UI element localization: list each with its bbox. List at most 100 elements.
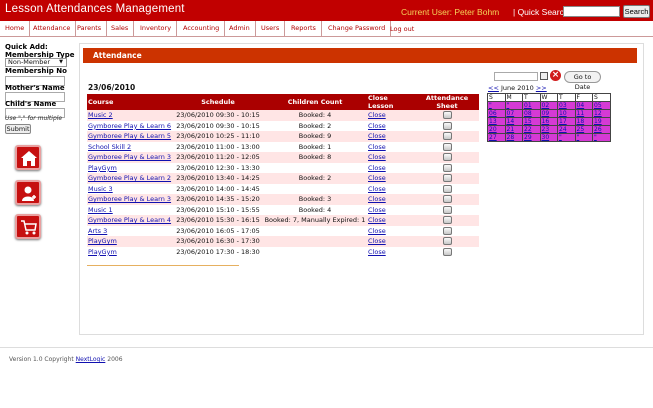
nav-logout[interactable]: Log out <box>385 22 419 38</box>
calendar-day[interactable]: 25 <box>574 125 593 134</box>
printer-icon[interactable] <box>442 195 452 204</box>
printer-icon[interactable] <box>442 111 452 120</box>
nav-sales[interactable]: Sales <box>106 21 135 37</box>
next-month-link[interactable]: >> <box>536 84 547 92</box>
close-lesson-link[interactable]: Close <box>367 141 415 152</box>
calendar-day[interactable]: " <box>487 101 506 110</box>
calendar-day[interactable]: 02 <box>539 101 558 110</box>
calendar-day[interactable]: 07 <box>504 109 523 118</box>
calendar-day[interactable]: 17 <box>557 117 576 126</box>
go-to-date-button[interactable]: Go to Date <box>564 71 601 91</box>
course-link[interactable]: Gymboree Play & Learn 2 <box>87 173 173 184</box>
course-link[interactable]: Music 2 <box>87 110 173 121</box>
calendar-day[interactable]: 16 <box>539 117 558 126</box>
close-lesson-link[interactable]: Close <box>367 215 415 226</box>
close-lesson-link[interactable]: Close <box>367 204 415 215</box>
course-link[interactable]: Music 1 <box>87 204 173 215</box>
close-lesson-link[interactable]: Close <box>367 152 415 163</box>
nav-parents[interactable]: Parents <box>72 21 108 37</box>
printer-icon[interactable] <box>442 142 452 151</box>
course-link[interactable]: Gymboree Play & Learn 6 <box>87 120 173 131</box>
home-icon[interactable] <box>15 145 41 170</box>
calendar-day[interactable]: 05 <box>592 101 611 110</box>
course-link[interactable]: Music 3 <box>87 183 173 194</box>
printer-icon[interactable] <box>442 163 452 172</box>
calendar-day[interactable]: 18 <box>574 117 593 126</box>
user-icon[interactable] <box>15 180 41 205</box>
calendar-day[interactable]: " <box>557 133 576 142</box>
close-lesson-link[interactable]: Close <box>367 225 415 236</box>
calendar-day[interactable]: 20 <box>487 125 506 134</box>
nextlogic-link[interactable]: NextLogic <box>76 356 106 363</box>
close-lesson-link[interactable]: Close <box>367 236 415 247</box>
calendar-day[interactable]: 01 <box>522 101 541 110</box>
course-link[interactable]: Gymboree Play & Learn 5 <box>87 131 173 142</box>
calendar-day[interactable]: 04 <box>574 101 593 110</box>
printer-icon[interactable] <box>442 216 452 225</box>
close-lesson-link[interactable]: Close <box>367 183 415 194</box>
nav-home[interactable]: Home <box>0 21 31 37</box>
nav-admin[interactable]: Admin <box>224 21 256 37</box>
calendar-day[interactable]: 21 <box>504 125 523 134</box>
printer-icon[interactable] <box>442 226 452 235</box>
printer-icon[interactable] <box>442 132 452 141</box>
close-lesson-link[interactable]: Close <box>367 246 415 257</box>
close-lesson-link[interactable]: Close <box>367 194 415 205</box>
calendar-day[interactable]: 10 <box>557 109 576 118</box>
calendar-day[interactable]: 26 <box>592 125 611 134</box>
course-link[interactable]: PlayGym <box>87 162 173 173</box>
printer-icon[interactable] <box>442 205 452 214</box>
course-link[interactable]: PlayGym <box>87 236 173 247</box>
course-link[interactable]: Gymboree Play & Learn 3 <box>87 194 173 205</box>
calendar-day[interactable]: 22 <box>522 125 541 134</box>
nav-inventory[interactable]: Inventory <box>135 21 178 37</box>
calendar-day[interactable]: 19 <box>592 117 611 126</box>
calendar-day[interactable]: 14 <box>504 117 523 126</box>
close-lesson-link[interactable]: Close <box>367 162 415 173</box>
nav-reports[interactable]: Reports <box>286 21 322 37</box>
prev-month-link[interactable]: << <box>488 84 499 92</box>
printer-icon[interactable] <box>442 174 452 183</box>
close-lesson-link[interactable]: Close <box>367 110 415 121</box>
calendar-icon[interactable] <box>540 72 548 80</box>
nav-accounting[interactable]: Accounting <box>178 21 226 37</box>
membership-type-select[interactable]: Non-Member ▼ <box>5 58 67 67</box>
calendar-day[interactable]: 29 <box>522 133 541 142</box>
nav-users[interactable]: Users <box>256 21 286 37</box>
close-lesson-link[interactable]: Close <box>367 173 415 184</box>
course-link[interactable]: Gymboree Play & Learn 3 <box>87 152 173 163</box>
course-link[interactable]: Gymboree Play & Learn 4 <box>87 215 173 226</box>
calendar-day[interactable]: 28 <box>504 133 523 142</box>
calendar-day[interactable]: " <box>504 101 523 110</box>
course-link[interactable]: School Skill 2 <box>87 141 173 152</box>
printer-icon[interactable] <box>442 153 452 162</box>
calendar-day[interactable]: " <box>592 133 611 142</box>
printer-icon[interactable] <box>442 247 452 256</box>
close-lesson-link[interactable]: Close <box>367 120 415 131</box>
cart-icon[interactable] <box>15 214 41 239</box>
printer-icon[interactable] <box>442 184 452 193</box>
calendar-day[interactable]: 23 <box>539 125 558 134</box>
calendar-day[interactable]: 06 <box>487 109 506 118</box>
submit-button[interactable]: Submit <box>5 124 31 134</box>
nav-change-password[interactable]: Change Password <box>323 21 392 37</box>
printer-icon[interactable] <box>442 237 452 246</box>
calendar-day[interactable]: 03 <box>557 101 576 110</box>
course-link[interactable]: Arts 3 <box>87 225 173 236</box>
calendar-day[interactable]: 13 <box>487 117 506 126</box>
calendar-day[interactable]: 27 <box>487 133 506 142</box>
calendar-day[interactable]: " <box>574 133 593 142</box>
calendar-day[interactable]: 11 <box>574 109 593 118</box>
nav-attendance[interactable]: Attendance <box>28 21 77 37</box>
calendar-day[interactable]: 30 <box>539 133 558 142</box>
calendar-day[interactable]: 24 <box>557 125 576 134</box>
calendar-day[interactable]: 15 <box>522 117 541 126</box>
course-link[interactable]: PlayGym <box>87 246 173 257</box>
calendar-day[interactable]: 08 <box>522 109 541 118</box>
calendar-day[interactable]: 12 <box>592 109 611 118</box>
close-lesson-link[interactable]: Close <box>367 131 415 142</box>
quick-search-input[interactable] <box>563 6 620 17</box>
search-button[interactable]: Search <box>623 5 650 18</box>
date-input[interactable] <box>494 72 538 81</box>
printer-icon[interactable] <box>442 121 452 130</box>
